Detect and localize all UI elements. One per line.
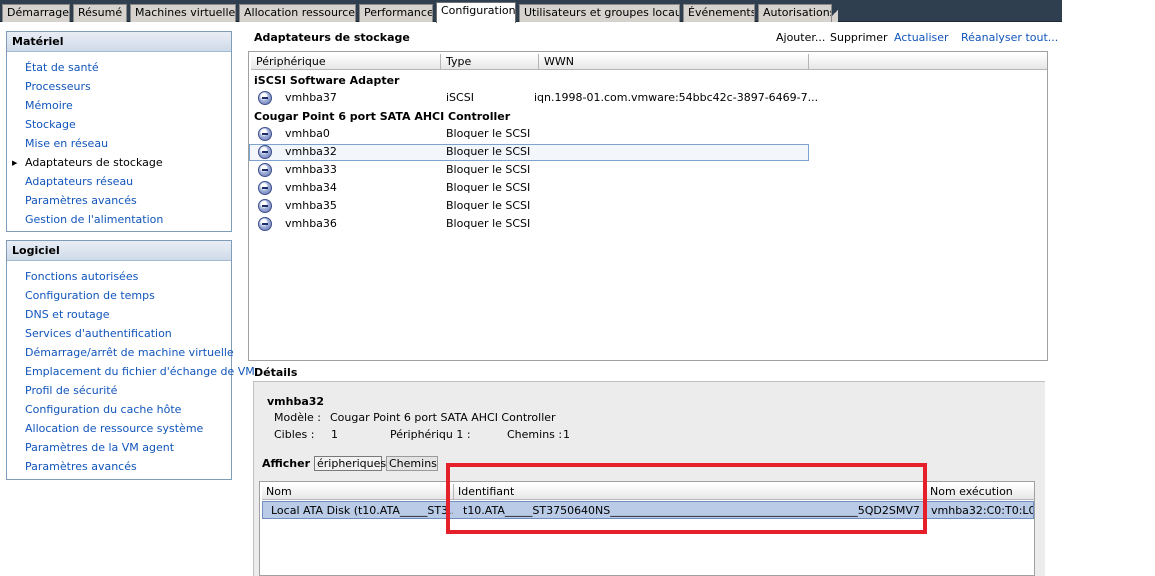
tab-performance[interactable]: Performance (359, 4, 433, 22)
column-wwn[interactable]: WWN (539, 54, 809, 70)
path-name: Local ATA Disk (t10.ATA_____ST3... (271, 504, 453, 517)
tab-machines-virtuelles[interactable]: Machines virtuelles (130, 4, 236, 22)
sidebar-item-services-authentification[interactable]: Services d'authentification (25, 327, 172, 340)
storage-adapter-icon (258, 199, 272, 213)
storage-adapter-icon (258, 217, 272, 231)
rescan-all-button[interactable]: Réanalyser tout... (961, 31, 1058, 44)
sidebar-item-stockage[interactable]: Stockage (25, 118, 76, 131)
row-device: vmhba36 (285, 217, 337, 230)
row-type: Bloquer le SCSI (446, 181, 531, 194)
column-runtime-name[interactable]: Nom exécution (926, 484, 1034, 500)
group-iscsi-software-adapter: iSCSI Software Adapter (254, 74, 400, 87)
column-device[interactable]: Périphérique (251, 54, 441, 70)
targets-value: 1 (331, 428, 338, 441)
add-button[interactable]: Ajouter... (776, 31, 825, 44)
sidebar-item-gestion-alimentation[interactable]: Gestion de l'alimentation (25, 213, 163, 226)
paths-value: 1 (563, 428, 570, 441)
sidebar-item-processeurs[interactable]: Processeurs (25, 80, 91, 93)
row-device: vmhba34 (285, 181, 337, 194)
row-device: vmhba32 (285, 145, 337, 158)
sidebar-item-configuration-temps[interactable]: Configuration de temps (25, 289, 155, 302)
table-row[interactable]: vmhba0 Bloquer le SCSI (249, 126, 809, 143)
sidebar-item-cache-hote[interactable]: Configuration du cache hôte (25, 403, 181, 416)
tab-evenements[interactable]: Événements (683, 4, 755, 22)
show-paths-button[interactable]: Chemins (386, 456, 438, 471)
tab-allocation-ressources[interactable]: Allocation ressources (239, 4, 356, 22)
column-type[interactable]: Type (441, 54, 539, 70)
devices-label: Périphériqu 1 : (390, 428, 471, 441)
targets-label: Cibles : (274, 428, 315, 441)
row-device: vmhba0 (285, 127, 330, 140)
row-type: Bloquer le SCSI (446, 217, 531, 230)
storage-adapter-icon (258, 163, 272, 177)
sidebar-item-adaptateurs-reseau[interactable]: Adaptateurs réseau (25, 175, 133, 188)
storage-adapters-table: Périphérique Type WWN iSCSI Software Ada… (248, 51, 1048, 361)
row-wwn: iqn.1998-01.com.vmware:54bbc42c-3897-646… (534, 91, 819, 104)
model-value: Cougar Point 6 port SATA AHCI Controller (330, 411, 556, 424)
show-devices-button[interactable]: éripheriques (314, 456, 386, 471)
sidebar-item-memoire[interactable]: Mémoire (25, 99, 73, 112)
sidebar-item-profil-securite[interactable]: Profil de sécurité (25, 384, 117, 397)
software-panel-title: Logiciel (7, 241, 231, 261)
hardware-panel-title: Matériel (7, 32, 231, 52)
row-type: Bloquer le SCSI (446, 163, 531, 176)
details-adapter-name: vmhba32 (267, 395, 325, 408)
row-device: vmhba35 (285, 199, 337, 212)
tab-demarrage[interactable]: Démarrage (2, 4, 70, 22)
table-row[interactable]: vmhba37 iSCSI iqn.1998-01.com.vmware:54b… (249, 90, 818, 107)
storage-adapter-icon (258, 91, 272, 105)
refresh-button[interactable]: Actualiser (894, 31, 949, 44)
details-title: Détails (254, 366, 298, 379)
sidebar-item-dns-routage[interactable]: DNS et routage (25, 308, 110, 321)
table-row-selected[interactable]: vmhba32 Bloquer le SCSI (249, 144, 809, 161)
row-device: vmhba33 (285, 163, 337, 176)
table-row[interactable]: vmhba33 Bloquer le SCSI (249, 162, 809, 179)
path-runtime-name: vmhba32:C0:T0:L0 (931, 504, 1033, 517)
remove-button[interactable]: Supprimer (830, 31, 888, 44)
tab-bar: Démarrage Résumé Machines virtuelles All… (0, 0, 1062, 23)
row-type: iSCSI (446, 91, 474, 104)
model-label: Modèle : (274, 411, 321, 424)
tab-utilisateurs-groupes[interactable]: Utilisateurs et groupes locaux (519, 4, 680, 22)
show-label: Afficher : (262, 457, 319, 470)
sidebar-item-emplacement-fichier-echange[interactable]: Emplacement du fichier d'échange de VM (25, 365, 255, 378)
sidebar-item-fonctions-autorisees[interactable]: Fonctions autorisées (25, 270, 138, 283)
sidebar-item-allocation-ressource-systeme[interactable]: Allocation de ressource système (25, 422, 203, 435)
column-name[interactable]: Nom (262, 484, 454, 500)
storage-adapter-icon (258, 127, 272, 141)
annotation-highlight-box (446, 463, 927, 534)
page-title: Adaptateurs de stockage (254, 31, 410, 44)
storage-adapter-icon (258, 181, 272, 195)
row-type: Bloquer le SCSI (446, 145, 531, 158)
paths-label: Chemins : (507, 428, 563, 441)
table-row[interactable]: vmhba36 Bloquer le SCSI (249, 216, 809, 233)
tab-autorisations[interactable]: Autorisations (758, 4, 832, 22)
table-row[interactable]: vmhba34 Bloquer le SCSI (249, 180, 809, 197)
tab-corner (832, 4, 838, 22)
storage-adapter-icon (258, 145, 272, 159)
tab-resume[interactable]: Résumé (73, 4, 127, 22)
row-device: vmhba37 (285, 91, 337, 104)
table-row[interactable]: vmhba35 Bloquer le SCSI (249, 198, 809, 215)
row-type: Bloquer le SCSI (446, 127, 531, 140)
sidebar-item-demarrage-arret-vm[interactable]: Démarrage/arrêt de machine virtuelle (25, 346, 234, 359)
current-item-arrow-icon: ▶ (12, 159, 18, 167)
sidebar-item-etat-sante[interactable]: État de santé (25, 61, 99, 74)
sidebar-item-adaptateurs-stockage[interactable]: Adaptateurs de stockage (25, 156, 163, 169)
sidebar-item-mise-en-reseau[interactable]: Mise en réseau (25, 137, 108, 150)
column-filler (809, 54, 1047, 70)
row-type: Bloquer le SCSI (446, 199, 531, 212)
group-cougar-point-controller: Cougar Point 6 port SATA AHCI Controller (254, 110, 511, 123)
sidebar-item-parametres-avances[interactable]: Paramètres avancés (25, 194, 137, 207)
sidebar-item-parametres-avances-logiciel[interactable]: Paramètres avancés (25, 460, 137, 473)
tab-configuration[interactable]: Configuration (436, 2, 516, 23)
sidebar-item-parametres-vm-agent[interactable]: Paramètres de la VM agent (25, 441, 174, 454)
